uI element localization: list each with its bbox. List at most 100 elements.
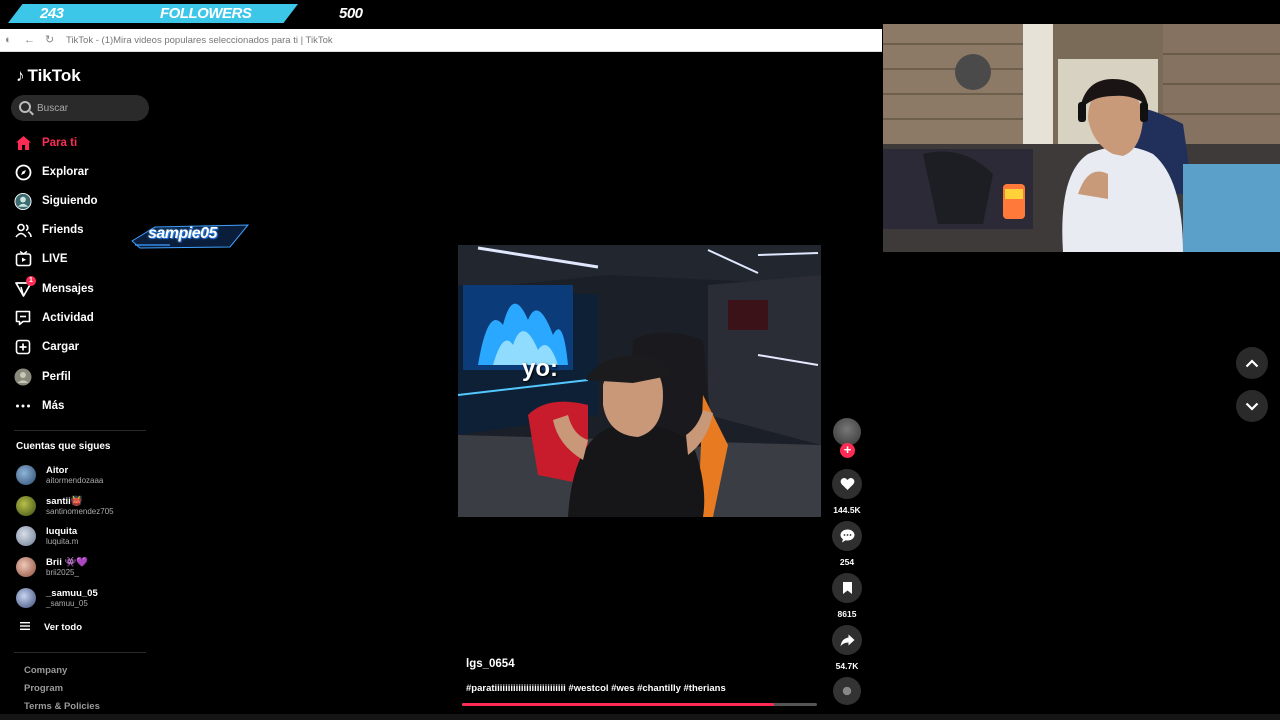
footer-link-company[interactable]: Company [24, 665, 67, 676]
activity-icon [14, 309, 32, 327]
webcam-scene [883, 24, 1280, 252]
home-icon [14, 134, 32, 152]
inbox-icon: 1 [14, 276, 36, 298]
like-count: 144.5K [833, 505, 861, 515]
following-account[interactable]: Aitor aitormendozaaa [16, 461, 103, 489]
video-hashtags[interactable]: #paratiiiiiiiiiiiiiiiiiiiiiiiiiii #westc… [466, 683, 726, 694]
account-name: Brii 👾💜 [46, 556, 89, 568]
friends-icon [14, 221, 32, 239]
nav-label: Para ti [42, 137, 78, 149]
account-name: Aitor [46, 464, 69, 476]
list-icon [20, 622, 30, 633]
chevron-down-icon [1245, 402, 1259, 411]
nav-item-perfil[interactable]: Perfil [14, 366, 71, 388]
nav-item-actividad[interactable]: Actividad [14, 307, 94, 329]
search-input[interactable] [37, 99, 142, 117]
see-all-label: Ver todo [44, 622, 83, 633]
screen-bottom-strip [0, 714, 1280, 720]
streamer-logo-text: sampie05 [148, 225, 217, 242]
nav-item-explorar[interactable]: Explorar [14, 161, 89, 183]
heart-icon [840, 478, 854, 490]
save-count: 8615 [837, 609, 857, 619]
following-account[interactable]: Brii 👾💜 brii2025_ [16, 553, 88, 581]
video-progress-fill [462, 703, 775, 706]
see-all-link[interactable]: Ver todo [20, 622, 82, 633]
tiktok-sidebar: ♪ TikTok Para ti Explorar Siguiendo Frie… [0, 52, 160, 720]
video-player[interactable]: yo: [458, 245, 821, 517]
nav-item-siguiendo[interactable]: Siguiendo [14, 190, 98, 212]
following-account[interactable]: _samuu_05 _samuu_05 [16, 584, 98, 612]
nav-label: LIVE [42, 253, 68, 265]
video-progress-bar[interactable] [462, 703, 817, 706]
avatar [16, 588, 36, 608]
back-icon[interactable]: ← [24, 35, 35, 46]
previous-video-button[interactable] [1236, 347, 1268, 379]
video-frame [458, 245, 821, 517]
following-account[interactable]: santii👹 santinomendez705 [16, 492, 114, 520]
next-video-button[interactable] [1236, 390, 1268, 422]
search-box[interactable] [11, 95, 149, 121]
webcam-feed [883, 24, 1280, 252]
account-handle: brii2025_ [46, 567, 79, 577]
streamer-logo: sampie05 [130, 221, 250, 251]
account-handle: aitormendozaaa [46, 475, 104, 485]
save-button[interactable] [832, 573, 862, 603]
bookmark-icon [842, 582, 852, 594]
site-info-icon[interactable]: ◐ [5, 35, 16, 46]
chevron-up-icon [1245, 358, 1259, 367]
follow-plus-icon[interactable]: + [840, 443, 855, 458]
nav-label: Explorar [42, 166, 89, 178]
comment-icon [840, 529, 854, 543]
nav-item-para-ti[interactable]: Para ti [14, 132, 77, 154]
following-avatar-icon [14, 192, 32, 210]
nav-label: Friends [42, 224, 84, 236]
profile-avatar-icon [14, 368, 32, 386]
nav-item-friends[interactable]: Friends [14, 219, 84, 241]
follower-goal-current: 243 [40, 5, 64, 22]
browser-url-bar: ◐ ← ↻ TikTok - (1)Mira videos populares … [0, 29, 882, 52]
search-icon [19, 101, 31, 113]
following-section-title: Cuentas que sigues [16, 441, 111, 452]
nav-item-cargar[interactable]: Cargar [14, 336, 79, 358]
comment-count: 254 [839, 557, 855, 567]
live-icon [14, 250, 32, 268]
avatar [16, 496, 36, 516]
share-button[interactable] [832, 625, 862, 655]
like-button[interactable] [832, 469, 862, 499]
sidebar-divider [14, 430, 146, 431]
share-icon [840, 634, 854, 646]
nav-label: Perfil [42, 371, 71, 383]
nav-item-mas[interactable]: Más [14, 395, 64, 417]
nav-label: Siguiendo [42, 195, 98, 207]
nav-item-live[interactable]: LIVE [14, 248, 68, 270]
nav-label: Cargar [42, 341, 80, 353]
share-count: 54.7K [835, 661, 859, 671]
footer-link-terms[interactable]: Terms & Policies [24, 701, 100, 712]
comment-button[interactable] [832, 521, 862, 551]
account-name: luquita [46, 525, 78, 537]
account-name: _samuu_05 [46, 587, 98, 599]
footer-link-program[interactable]: Program [24, 683, 63, 694]
nav-item-mensajes[interactable]: 1 Mensajes [14, 276, 94, 300]
tiktok-note-icon: ♪ [16, 66, 25, 85]
video-overlay-text: yo: [522, 355, 558, 382]
nav-label: Mensajes [42, 283, 94, 295]
account-handle: santinomendez705 [46, 506, 114, 516]
nav-label: Más [42, 400, 65, 412]
video-author[interactable]: lgs_0654 [466, 658, 515, 670]
reload-icon[interactable]: ↻ [45, 35, 56, 46]
tiktok-logo[interactable]: ♪ TikTok [16, 66, 81, 86]
upload-icon [14, 338, 32, 356]
account-handle: luquita.m [46, 536, 79, 546]
follower-goal-label: FOLLOWERS [160, 5, 252, 22]
avatar [16, 465, 36, 485]
nav-label: Actividad [42, 312, 94, 324]
sidebar-divider [14, 652, 146, 653]
avatar [16, 526, 36, 546]
following-account[interactable]: luquita luquita.m [16, 522, 78, 550]
music-disc-icon[interactable] [833, 677, 861, 705]
message-badge: 1 [26, 276, 36, 286]
more-icon [14, 397, 32, 415]
compass-icon [14, 163, 32, 181]
page-title-url[interactable]: TikTok - (1)Mira videos populares selecc… [66, 35, 333, 46]
